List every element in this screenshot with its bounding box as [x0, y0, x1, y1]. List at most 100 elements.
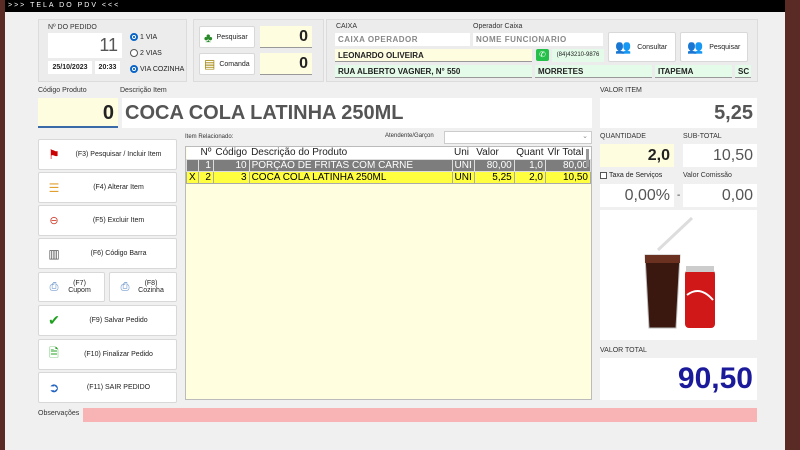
codigo-label: Código Produto — [38, 87, 87, 94]
city-field[interactable]: ITAPEMA — [655, 65, 732, 78]
descricao-field: COCA COLA LATINHA 250ML — [122, 98, 592, 128]
cupom-button[interactable]: ⎙ (F7) Cupom — [38, 272, 105, 302]
comissao-label: Valor Comissão — [683, 172, 732, 179]
pedido-label: Nº DO PEDIDO — [48, 24, 97, 31]
pesquisar-cliente-button[interactable]: 👥 Pesquisar — [680, 32, 748, 62]
phone-field[interactable]: (84)43210-9876 — [552, 49, 604, 62]
printer-icon: ⎙ — [49, 280, 59, 293]
button-label: Consultar — [637, 43, 668, 51]
radio-label: 2 VIAS — [140, 49, 162, 57]
taxa-field[interactable]: 0,00% — [600, 184, 674, 207]
alterar-item-button[interactable]: ☰ (F4) Alterar Item — [38, 172, 177, 203]
customer-name-field[interactable]: LEONARDO OLIVEIRA — [335, 49, 532, 62]
cell-descricao: PORÇÃO DE FRITAS COM CARNE — [248, 158, 453, 172]
radio-indicator — [130, 65, 138, 73]
cell-valor: 80,00 — [473, 158, 515, 172]
codigo-input[interactable]: 0 — [38, 98, 118, 128]
cell-select: X — [186, 170, 199, 184]
chevron-down-icon: ⌄ — [582, 133, 588, 140]
button-label: (F6) Código Barra — [90, 250, 147, 257]
cell-vlr-total: 80,00 — [545, 158, 591, 172]
codigo-barra-button[interactable]: ▥ (F6) Código Barra — [38, 238, 177, 269]
pesquisar-pedido-button[interactable]: ♣ Pesquisar — [199, 26, 255, 48]
pesquisar-value[interactable]: 0 — [260, 26, 312, 48]
cell-codigo: 10 — [212, 158, 250, 172]
cell-number: 2 — [198, 170, 214, 184]
button-label: (F4) Alterar Item — [93, 184, 144, 191]
operador-field[interactable]: NOME FUNCIONARIO — [473, 33, 603, 46]
state-field[interactable]: SC — [735, 65, 751, 78]
taxa-servicos-checkbox[interactable]: Taxa de Serviços — [600, 172, 662, 179]
button-label: Comanda — [219, 60, 250, 68]
observacoes-input[interactable] — [83, 408, 757, 422]
edit-list-icon: ☰ — [48, 180, 60, 195]
col-vlr-total[interactable]: Vlr Total — [545, 147, 591, 159]
checkbox-box — [600, 172, 607, 179]
button-label: (F8) Cozinha — [138, 280, 164, 294]
button-label: (F11) SAIR PEDIDO — [86, 384, 151, 391]
scroll-icon: ▤ — [204, 57, 216, 71]
valor-total-field: 90,50 — [600, 358, 757, 400]
checkmark-icon: ✔ — [48, 312, 60, 328]
radio-via-cozinha[interactable]: VIA COZINHA — [130, 65, 184, 73]
subtotal-field: 10,50 — [683, 144, 757, 167]
subtotal-label: SUB-TOTAL — [683, 133, 722, 140]
finalize-document-icon: 🗎 — [49, 346, 59, 360]
pedido-time: 20:33 — [95, 61, 120, 74]
cell-valor: 5,25 — [473, 170, 515, 184]
cell-select — [186, 158, 199, 172]
valor-item-label: VALOR ITEM — [600, 87, 642, 94]
cell-uni: UNI — [451, 170, 475, 184]
button-label: (F5) Excluir Item — [92, 217, 145, 224]
button-label: (F7) Cupom — [68, 280, 91, 294]
cell-vlr-total: 10,50 — [545, 170, 591, 184]
col-valor[interactable]: Valor — [474, 147, 515, 159]
quantidade-input[interactable]: 2,0 — [600, 144, 674, 167]
users-icon: 👥 — [687, 39, 704, 54]
radio-2-vias[interactable]: 2 VIAS — [130, 49, 162, 57]
radio-label: 1 VIA — [140, 33, 158, 41]
button-label: Pesquisar — [709, 43, 741, 51]
grid-scrollbar[interactable] — [586, 149, 589, 167]
comissao-field[interactable]: 0,00 — [683, 184, 757, 207]
col-number[interactable]: Nº — [198, 147, 214, 159]
table-row[interactable]: 1 10 PORÇÃO DE FRITAS COM CARNE UNI 80,0… — [186, 158, 591, 172]
col-codigo[interactable]: Código — [213, 147, 250, 159]
col-quant[interactable]: Quant — [514, 147, 546, 159]
product-image — [600, 210, 757, 340]
salvar-pedido-button[interactable]: ✔ (F9) Salvar Pedido — [38, 305, 177, 336]
pesquisar-incluir-item-button[interactable]: ⚑ (F3) Pesquisar / Incluir Item — [38, 139, 177, 170]
caixa-label: CAIXA — [336, 23, 358, 30]
atendente-select[interactable]: ⌄ — [444, 131, 592, 144]
whatsapp-icon[interactable]: ✆ — [536, 49, 549, 61]
comanda-button[interactable]: ▤ Comanda — [199, 53, 255, 75]
observacoes-label: Observações — [38, 410, 80, 417]
cell-number: 1 — [198, 158, 214, 172]
button-label: Pesquisar — [216, 33, 248, 41]
operador-label: Operador Caixa — [473, 23, 523, 30]
descricao-label: Descrição Item — [120, 87, 167, 94]
caixa-field[interactable]: CAIXA OPERADOR — [335, 33, 470, 46]
cozinha-button[interactable]: ⎙ (F8) Cozinha — [109, 272, 177, 302]
separator: - — [677, 190, 681, 201]
col-uni[interactable]: Uni — [452, 147, 475, 159]
item-relacionado-label: Item Relacionado: — [185, 134, 234, 140]
delete-item-icon: ⊖ — [49, 215, 59, 227]
sair-pedido-button[interactable]: ➲ (F11) SAIR PEDIDO — [38, 372, 177, 403]
radio-1-via[interactable]: 1 VIA — [130, 33, 157, 41]
address-field[interactable]: RUA ALBERTO VAGNER, N° 550 — [335, 65, 532, 78]
exit-icon: ➲ — [48, 379, 60, 395]
comanda-value[interactable]: 0 — [260, 53, 312, 75]
users-icon: 👥 — [615, 39, 632, 54]
col-descricao[interactable]: Descrição do Produto — [249, 147, 453, 159]
barcode-icon: ▥ — [48, 246, 60, 261]
consultar-button[interactable]: 👥 Consultar — [608, 32, 676, 62]
cell-descricao: COCA COLA LATINHA 250ML — [248, 170, 453, 184]
cell-quant: 2,0 — [513, 170, 547, 184]
finalizar-pedido-button[interactable]: 🗎 (F10) Finalizar Pedido — [38, 339, 177, 370]
excluir-item-button[interactable]: ⊖ (F5) Excluir Item — [38, 205, 177, 236]
table-row[interactable]: X 2 3 COCA COLA LATINHA 250ML UNI 5,25 2… — [186, 170, 591, 184]
district-field[interactable]: MORRETES — [535, 65, 652, 78]
items-grid: Nº Código Descrição do Produto Uni Valor… — [185, 146, 592, 400]
cell-uni: UNI — [451, 158, 475, 172]
